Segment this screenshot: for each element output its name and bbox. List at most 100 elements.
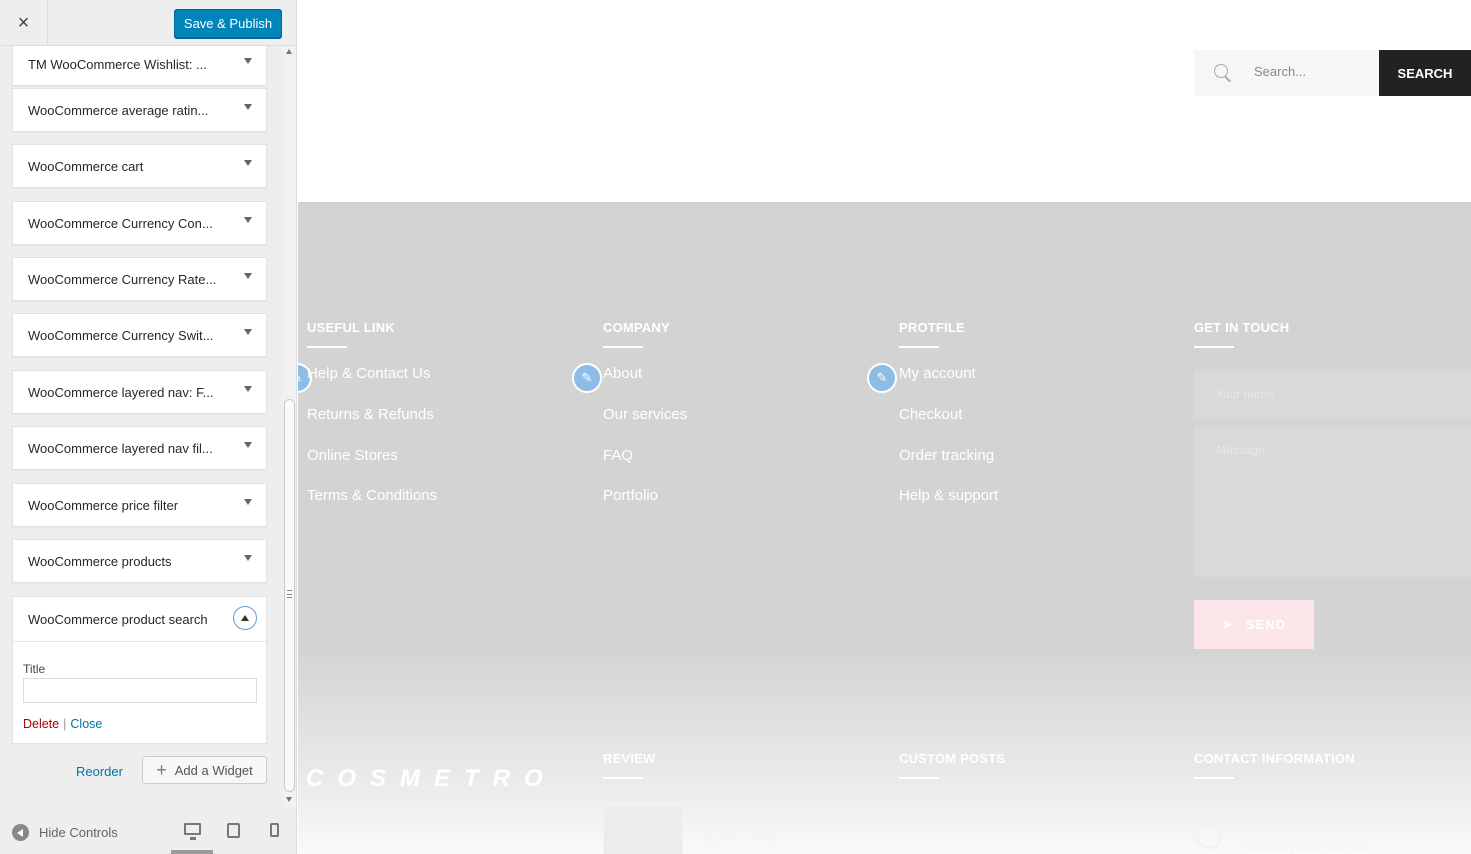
name-placeholder: Your name bbox=[1216, 387, 1274, 401]
title-field-label: Title bbox=[23, 662, 46, 676]
widget-title: WooCommerce cart bbox=[28, 159, 144, 174]
contact-name-field[interactable]: Your name bbox=[1194, 371, 1471, 419]
edit-pencil-icon[interactable]: ✎ bbox=[572, 363, 602, 393]
widget-item[interactable]: WooCommerce layered nav fil... bbox=[12, 426, 267, 470]
chevron-down-icon[interactable] bbox=[244, 499, 252, 505]
review-thumbnail[interactable] bbox=[603, 805, 683, 854]
widget-item[interactable]: WooCommerce average ratin... bbox=[12, 88, 267, 132]
paper-plane-icon: ➤ bbox=[1221, 616, 1234, 632]
grip-icon bbox=[287, 590, 292, 598]
heading-underline bbox=[307, 346, 347, 348]
review-title[interactable]: Julep Nail Polish bbox=[702, 806, 813, 823]
widget-title: WooCommerce Currency Swit... bbox=[28, 328, 214, 343]
scroll-up-arrow-icon[interactable] bbox=[286, 49, 292, 54]
widget-item[interactable]: WooCommerce cart bbox=[12, 144, 267, 188]
widget-item[interactable]: WooCommerce Currency Swit... bbox=[12, 313, 267, 357]
widget-item[interactable]: WooCommerce products bbox=[12, 539, 267, 583]
scrollbar-thumb[interactable] bbox=[284, 399, 295, 792]
widget-title: WooCommerce Currency Con... bbox=[28, 216, 213, 231]
about-snippet: With the amazing lineup of brands bbox=[307, 818, 519, 834]
widget-item[interactable]: TM WooCommerce Wishlist: ... bbox=[12, 46, 267, 86]
sidebar-footer: Hide Controls bbox=[0, 810, 296, 854]
search-field[interactable]: Search... bbox=[1194, 50, 1380, 96]
footer-link[interactable]: Checkout bbox=[899, 406, 962, 423]
site-logo[interactable]: COSMETRO bbox=[306, 765, 557, 793]
chevron-down-icon[interactable] bbox=[244, 386, 252, 392]
search-button[interactable]: SEARCH bbox=[1379, 50, 1471, 96]
phone-icon bbox=[1196, 823, 1222, 849]
chevron-down-icon[interactable] bbox=[244, 329, 252, 335]
footer-heading: CUSTOM POSTS bbox=[899, 751, 1006, 766]
chevron-down-icon[interactable] bbox=[244, 442, 252, 448]
custom-post-link[interactable]: Correct & perfect: Eyes Make up bbox=[899, 818, 1101, 834]
send-label: SEND bbox=[1245, 617, 1287, 632]
footer-link[interactable]: Terms & Conditions bbox=[307, 487, 437, 504]
contact-message-field[interactable]: Message bbox=[1194, 427, 1471, 577]
heading-underline bbox=[603, 777, 643, 779]
footer-link[interactable]: Help & support bbox=[899, 487, 998, 504]
footer-heading: GET IN TOUCH bbox=[1194, 320, 1290, 335]
chevron-down-icon[interactable] bbox=[244, 104, 252, 110]
heading-underline bbox=[603, 346, 643, 348]
chevron-down-icon[interactable] bbox=[244, 217, 252, 223]
heading-underline bbox=[899, 777, 939, 779]
widget-item[interactable]: WooCommerce Currency Rate... bbox=[12, 257, 267, 301]
hide-controls-label: Hide Controls bbox=[39, 825, 118, 840]
send-button[interactable]: ➤ SEND bbox=[1194, 600, 1314, 649]
widget-item[interactable]: WooCommerce layered nav: F... bbox=[12, 370, 267, 414]
sidebar-scrollbar[interactable] bbox=[283, 46, 296, 808]
reorder-link[interactable]: Reorder bbox=[76, 764, 123, 779]
chevron-down-icon[interactable] bbox=[244, 160, 252, 166]
delete-widget-link[interactable]: Delete bbox=[23, 717, 59, 731]
footer-link[interactable]: My account bbox=[899, 365, 976, 382]
hide-controls-button[interactable]: Hide Controls bbox=[12, 824, 118, 841]
active-device-indicator bbox=[171, 850, 213, 854]
widget-form: Title Delete | Close bbox=[13, 641, 266, 743]
widget-item[interactable]: WooCommerce price filter bbox=[12, 483, 267, 527]
contact-phone: Call +1 (234) 567 89 bbox=[1246, 840, 1365, 854]
widget-title: WooCommerce average ratin... bbox=[28, 103, 209, 118]
mobile-preview-icon[interactable] bbox=[270, 823, 279, 837]
separator: | bbox=[63, 717, 67, 731]
footer-link[interactable]: FAQ bbox=[603, 447, 633, 464]
footer-heading: CONTACT INFORMATION bbox=[1194, 751, 1355, 766]
widget-title: WooCommerce products bbox=[28, 554, 172, 569]
footer-link[interactable]: Portfolio bbox=[603, 487, 658, 504]
search-icon bbox=[1214, 64, 1228, 78]
footer-heading: REVIEW bbox=[603, 751, 656, 766]
close-widget-link[interactable]: Close bbox=[70, 717, 102, 731]
add-widget-label: Add a Widget bbox=[174, 762, 253, 778]
widget-item[interactable]: WooCommerce Currency Con... bbox=[12, 201, 267, 245]
customizer-sidebar: × Save & Publish TM WooCommerce Wishlist… bbox=[0, 0, 297, 854]
close-customizer-button[interactable]: × bbox=[0, 0, 48, 46]
chevron-down-icon[interactable] bbox=[244, 273, 252, 279]
footer-link[interactable]: Returns & Refunds bbox=[307, 406, 434, 423]
chevron-down-icon[interactable] bbox=[244, 555, 252, 561]
footer-link[interactable]: About bbox=[603, 365, 642, 382]
save-publish-button[interactable]: Save & Publish bbox=[174, 9, 282, 38]
footer-link[interactable]: Our services bbox=[603, 406, 687, 423]
review-author: By Anne Moore bbox=[702, 830, 785, 844]
message-placeholder: Message bbox=[1216, 443, 1265, 457]
heading-underline bbox=[1194, 777, 1234, 779]
add-widget-button[interactable]: + Add a Widget bbox=[142, 756, 267, 784]
widget-title: WooCommerce layered nav fil... bbox=[28, 441, 213, 456]
title-field[interactable] bbox=[23, 678, 257, 703]
site-preview: Search... SEARCH USEFUL LINK COMPANY PRO… bbox=[298, 0, 1471, 854]
scroll-down-arrow-icon[interactable] bbox=[286, 797, 292, 802]
sidebar-header: × Save & Publish bbox=[0, 0, 296, 46]
widget-title: TM WooCommerce Wishlist: ... bbox=[28, 57, 207, 72]
widget-title[interactable]: WooCommerce product search bbox=[28, 612, 208, 627]
widget-actions: Delete | Close bbox=[23, 717, 102, 731]
desktop-preview-icon[interactable] bbox=[184, 823, 201, 840]
footer-link[interactable]: Help & Contact Us bbox=[307, 365, 430, 382]
collapse-widget-button[interactable] bbox=[233, 606, 257, 630]
search-input[interactable]: Search... bbox=[1254, 64, 1306, 79]
footer-link[interactable]: Order tracking bbox=[899, 447, 994, 464]
widget-title: WooCommerce layered nav: F... bbox=[28, 385, 214, 400]
tablet-preview-icon[interactable] bbox=[227, 823, 240, 838]
edit-pencil-icon[interactable]: ✎ bbox=[867, 363, 897, 393]
chevron-down-icon[interactable] bbox=[244, 58, 252, 64]
footer-link[interactable]: Online Stores bbox=[307, 447, 398, 464]
heading-underline bbox=[899, 346, 939, 348]
